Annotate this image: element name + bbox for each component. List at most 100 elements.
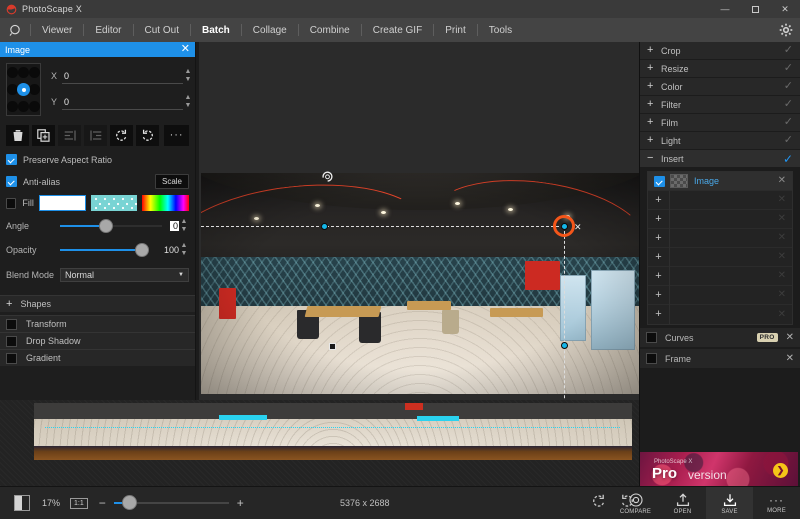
angle-slider-knob[interactable] [98, 219, 113, 233]
preserve-aspect-ratio-checkbox[interactable] [6, 154, 17, 165]
opacity-value[interactable]: 100 [153, 245, 179, 255]
section-drop-shadow[interactable]: Drop Shadow [0, 332, 195, 349]
fill-pattern-swatch[interactable] [90, 195, 138, 211]
layer-remove-icon[interactable]: ✕ [778, 290, 786, 300]
layer-remove-icon[interactable]: ✕ [778, 176, 786, 186]
layer-row-empty[interactable]: + ✕ [648, 228, 792, 248]
zoom-slider-knob[interactable] [121, 495, 137, 510]
zoom-slider-track[interactable] [113, 495, 229, 510]
effect-row-frame[interactable]: Frame ✕ [640, 349, 800, 368]
anchor-dot-bottom-right[interactable] [29, 101, 40, 112]
fill-checkbox[interactable] [6, 197, 17, 209]
preserve-aspect-ratio-row[interactable]: Preserve Aspect Ratio [6, 151, 189, 168]
panel-close-icon[interactable]: ✕ [181, 44, 190, 55]
effect-row-resize[interactable]: + Resize ✓ [640, 60, 800, 78]
angle-slider-track[interactable] [60, 219, 162, 233]
anchor-dot-bottom-center[interactable] [18, 101, 29, 112]
y-input[interactable] [62, 94, 183, 110]
menu-item-print[interactable]: Print [434, 18, 477, 42]
zoom-out-button[interactable]: − [99, 497, 106, 509]
opacity-slider-track[interactable] [60, 243, 149, 257]
close-handle-icon[interactable]: ✕ [574, 222, 582, 233]
check-icon[interactable]: ✓ [784, 135, 793, 146]
layer-remove-icon[interactable]: ✕ [778, 214, 786, 224]
selection-handle-inner[interactable] [329, 343, 336, 350]
effect-row-color[interactable]: + Color ✓ [640, 78, 800, 96]
undo-icon[interactable] [592, 494, 606, 513]
blend-mode-select[interactable]: Normal ▼ [60, 268, 189, 282]
layer-add-icon[interactable]: + [648, 305, 670, 324]
opacity-slider-knob[interactable] [135, 243, 149, 257]
x-stepper[interactable]: ▲ ▼ [183, 68, 193, 84]
menu-item-cut-out[interactable]: Cut Out [134, 18, 190, 42]
menu-item-tools[interactable]: Tools [478, 18, 523, 42]
maximize-button[interactable] [740, 0, 770, 18]
anchor-dot-middle-right[interactable] [29, 84, 40, 95]
anchor-dot-top-right[interactable] [29, 67, 40, 78]
layer-row-empty[interactable]: + ✕ [648, 305, 792, 324]
layer-add-icon[interactable]: + [648, 190, 670, 210]
layer-remove-icon[interactable]: ✕ [778, 271, 786, 281]
more-options-icon[interactable]: ··· [164, 125, 190, 146]
effect-row-filter[interactable]: + Filter ✓ [640, 96, 800, 114]
chevron-right-icon[interactable]: ❯ [773, 463, 788, 478]
anchor-dot-top-left[interactable] [7, 67, 18, 78]
layer-row-empty[interactable]: + ✕ [648, 190, 792, 210]
anti-alias-row[interactable]: Anti-alias Scale [6, 173, 189, 190]
minimize-button[interactable]: — [710, 0, 740, 18]
angle-stepper[interactable]: ▲ ▼ [179, 218, 189, 234]
layer-add-icon[interactable]: + [648, 285, 670, 305]
section-gradient[interactable]: Gradient [0, 349, 195, 366]
gradient-checkbox[interactable] [6, 352, 17, 364]
rotate-right-icon[interactable] [136, 125, 160, 146]
layer-remove-icon[interactable]: ✕ [778, 233, 786, 243]
angle-value[interactable]: 0 [170, 221, 179, 231]
check-icon[interactable]: ✓ [784, 117, 793, 128]
layer-remove-icon[interactable]: ✕ [778, 195, 786, 205]
layer-row-empty[interactable]: + ✕ [648, 266, 792, 286]
canvas-area[interactable]: ✕ [196, 42, 639, 400]
gear-icon[interactable] [777, 21, 795, 39]
delete-icon[interactable] [6, 125, 30, 146]
check-icon[interactable]: ✓ [784, 99, 793, 110]
y-stepper[interactable]: ▲ ▼ [183, 94, 193, 110]
layer-row-empty[interactable]: + ✕ [648, 285, 792, 305]
layer-visibility-checkbox[interactable] [654, 175, 665, 187]
duplicate-icon[interactable] [32, 125, 56, 146]
split-view-icon[interactable] [14, 495, 30, 511]
close-button[interactable]: ✕ [770, 0, 800, 18]
effect-row-crop[interactable]: + Crop ✓ [640, 42, 800, 60]
effect-row-light[interactable]: + Light ✓ [640, 132, 800, 150]
anchor-dot-center[interactable] [18, 84, 29, 95]
menu-item-batch[interactable]: Batch [191, 18, 241, 42]
curves-checkbox[interactable] [646, 332, 657, 343]
layer-add-icon[interactable]: + [648, 209, 670, 229]
selection-handle-right-middle[interactable] [561, 342, 568, 349]
menu-item-viewer[interactable]: Viewer [31, 18, 83, 42]
menu-item-editor[interactable]: Editor [84, 18, 132, 42]
menu-item-create-gif[interactable]: Create GIF [362, 18, 433, 42]
x-input[interactable] [62, 68, 183, 84]
effect-row-film[interactable]: + Film ✓ [640, 114, 800, 132]
open-button[interactable]: OPEN [659, 487, 706, 519]
check-icon[interactable]: ✓ [784, 81, 793, 92]
curves-close-icon[interactable]: ✕ [786, 332, 794, 343]
anchor-dot-top-center[interactable] [18, 67, 29, 78]
drop-shadow-checkbox[interactable] [6, 335, 17, 347]
layer-add-icon[interactable]: + [648, 228, 670, 248]
save-button[interactable]: SAVE [706, 487, 753, 519]
layer-add-icon[interactable]: + [648, 266, 670, 286]
layer-row-empty[interactable]: + ✕ [648, 247, 792, 267]
selection-handle-top-center[interactable] [321, 223, 328, 230]
home-search-icon[interactable] [0, 18, 30, 42]
anti-alias-checkbox[interactable] [6, 176, 17, 187]
effect-row-curves[interactable]: Curves PRO ✕ [640, 328, 800, 347]
rotate-handle-icon[interactable] [321, 170, 334, 183]
actual-size-button[interactable]: 1:1 [70, 497, 88, 509]
layer-add-icon[interactable]: + [648, 247, 670, 267]
layer-remove-icon[interactable]: ✕ [778, 309, 786, 320]
anchor-dot-bottom-left[interactable] [7, 101, 18, 112]
fill-gradient-swatch[interactable] [142, 195, 189, 211]
frame-close-icon[interactable]: ✕ [786, 353, 794, 364]
opacity-stepper[interactable]: ▲ ▼ [179, 242, 189, 258]
